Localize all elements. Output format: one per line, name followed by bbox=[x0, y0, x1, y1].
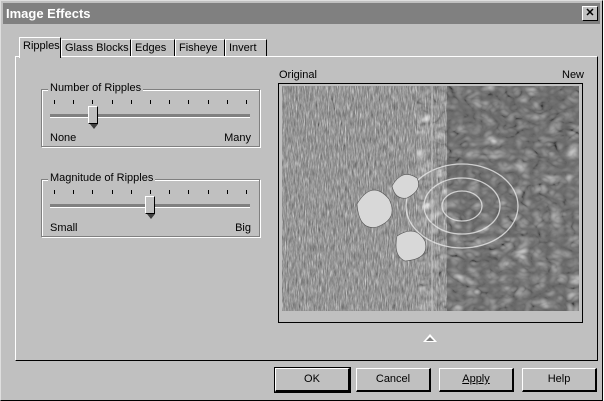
window-title: Image Effects bbox=[6, 6, 91, 21]
apply-button-label: Apply bbox=[462, 373, 490, 385]
close-icon: ✕ bbox=[585, 7, 595, 19]
slider-tick bbox=[227, 100, 228, 104]
preview-image bbox=[282, 86, 579, 311]
ok-button-label: OK bbox=[304, 373, 320, 385]
new-label: New bbox=[562, 69, 585, 81]
original-half bbox=[282, 86, 432, 311]
tab-invert[interactable]: Invert bbox=[225, 39, 267, 56]
help-button[interactable]: Help bbox=[522, 368, 597, 392]
slider-tick bbox=[92, 190, 93, 194]
number-of-ripples-slider[interactable] bbox=[50, 94, 250, 129]
slider-tick bbox=[150, 100, 151, 104]
tab-ripples-label: Ripples bbox=[23, 40, 60, 52]
slider-tick bbox=[92, 100, 93, 104]
min-label-none: None bbox=[50, 132, 77, 144]
slider-tick bbox=[246, 190, 247, 194]
slider-tick bbox=[131, 100, 132, 104]
min-label-small: Small bbox=[50, 222, 78, 234]
slider-tick bbox=[188, 190, 189, 194]
slider-tick bbox=[54, 190, 55, 194]
slider-tick bbox=[150, 190, 151, 194]
slider-track bbox=[50, 114, 250, 118]
image-effects-dialog: Image Effects ✕ Ripples Glass Blocks Edg… bbox=[0, 0, 603, 401]
close-button[interactable]: ✕ bbox=[582, 6, 598, 21]
apply-button[interactable]: Apply bbox=[439, 368, 514, 392]
slider-tick bbox=[73, 100, 74, 104]
preview-frame bbox=[278, 83, 583, 323]
slider-tick bbox=[169, 100, 170, 104]
slider-tick bbox=[112, 190, 113, 194]
tab-fisheye[interactable]: Fisheye bbox=[175, 39, 225, 56]
magnitude-of-ripples-group: Magnitude of Ripples Small Big bbox=[41, 172, 260, 237]
slider-tick bbox=[227, 190, 228, 194]
ok-button[interactable]: OK bbox=[274, 367, 351, 393]
slider-thumb[interactable] bbox=[145, 196, 155, 219]
split-handle-icon bbox=[426, 337, 434, 341]
tab-glass-blocks[interactable]: Glass Blocks bbox=[61, 39, 131, 56]
slider-tick bbox=[169, 190, 170, 194]
cancel-button-label: Cancel bbox=[375, 373, 411, 385]
original-label: Original bbox=[279, 69, 317, 81]
slider-tick bbox=[208, 190, 209, 194]
number-of-ripples-legend: Number of Ripples bbox=[48, 82, 144, 94]
title-bar: Image Effects ✕ bbox=[3, 3, 600, 24]
magnitude-of-ripples-slider[interactable] bbox=[50, 184, 250, 219]
magnitude-of-ripples-legend: Magnitude of Ripples bbox=[48, 172, 156, 184]
rippled-half bbox=[432, 86, 579, 311]
slider-tick bbox=[188, 100, 189, 104]
help-button-label: Help bbox=[547, 373, 571, 385]
tab-edges-label: Edges bbox=[135, 42, 167, 54]
slider-tick bbox=[112, 100, 113, 104]
max-label-big: Big bbox=[235, 222, 251, 234]
tab-invert-label: Invert bbox=[229, 42, 257, 54]
max-label-many: Many bbox=[224, 132, 251, 144]
tab-edges[interactable]: Edges bbox=[131, 39, 175, 56]
tab-ripples[interactable]: Ripples bbox=[19, 37, 61, 58]
tab-glass-blocks-label: Glass Blocks bbox=[65, 42, 129, 54]
slider-tick bbox=[131, 190, 132, 194]
slider-tick bbox=[73, 190, 74, 194]
slider-thumb[interactable] bbox=[88, 106, 98, 129]
slider-tick bbox=[208, 100, 209, 104]
number-of-ripples-group: Number of Ripples None Many bbox=[41, 82, 260, 147]
slider-tick bbox=[54, 100, 55, 104]
tab-fisheye-label: Fisheye bbox=[179, 42, 218, 54]
cancel-button[interactable]: Cancel bbox=[356, 368, 431, 392]
slider-tick bbox=[246, 100, 247, 104]
